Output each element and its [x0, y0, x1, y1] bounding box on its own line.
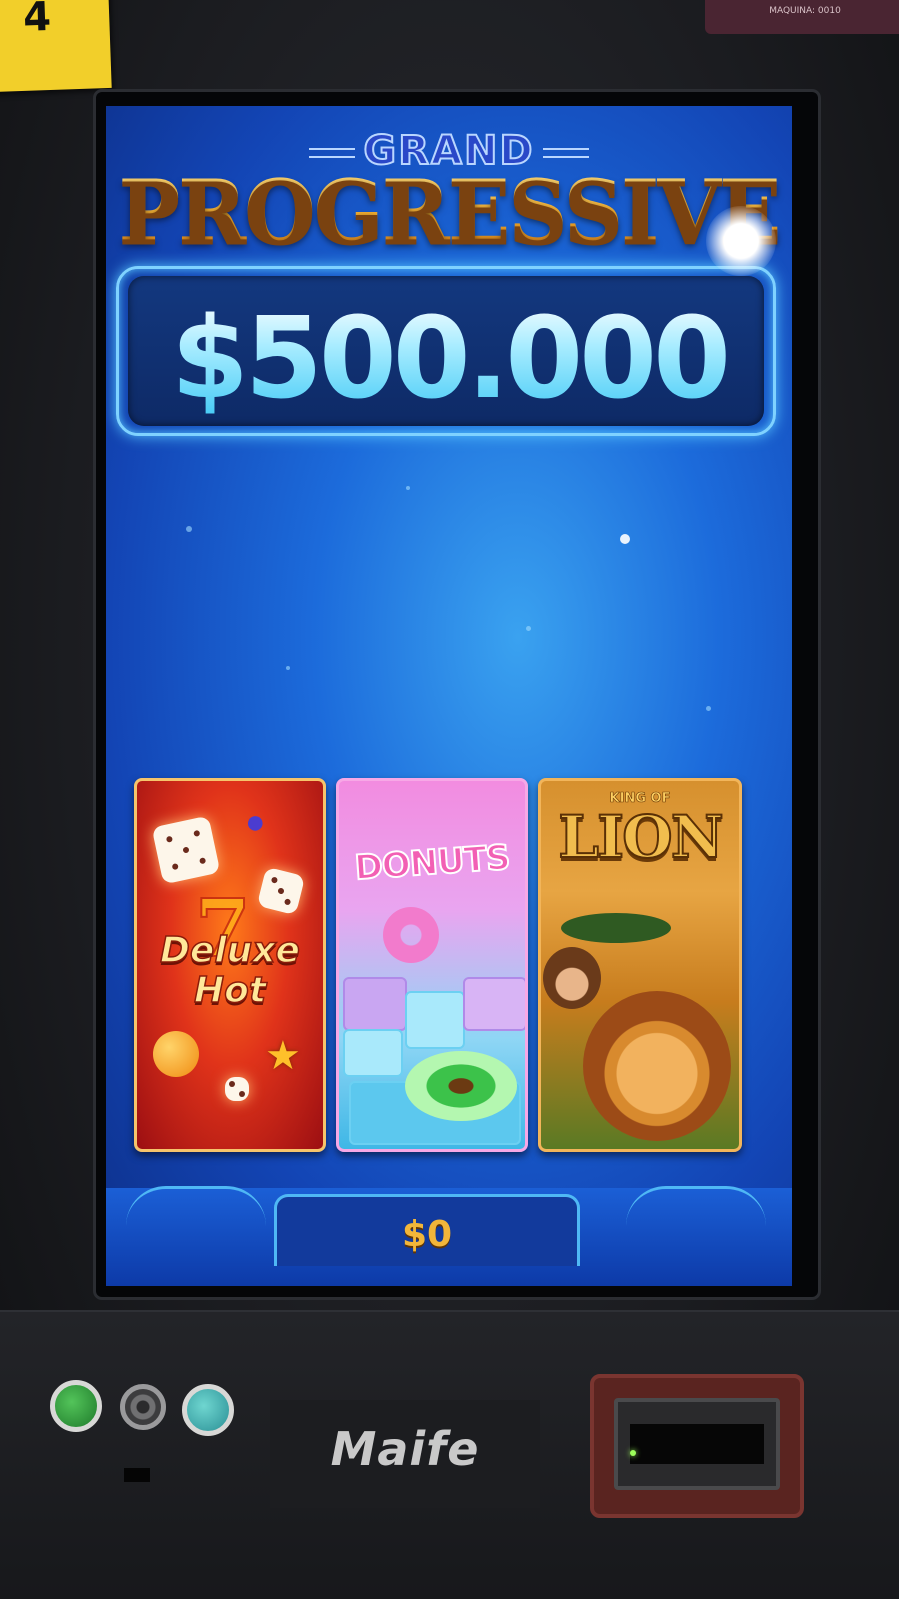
light-glare: [706, 206, 776, 276]
jackpot-amount: $500.000: [106, 294, 792, 424]
sparkle: [286, 666, 290, 670]
donuts-title: DONUTS: [352, 837, 511, 890]
game-tile-king-of-lion[interactable]: KING OF LION: [538, 778, 742, 1152]
ice-block: [405, 991, 465, 1049]
ice-block: [343, 977, 407, 1031]
sparkle: [620, 534, 630, 544]
sparkle: [526, 626, 531, 631]
king-of-lion-title: LION: [557, 802, 724, 872]
indicator-light: [124, 1468, 150, 1482]
game-tile-donuts[interactable]: DONUTS: [336, 778, 528, 1152]
bill-acceptor-led: [630, 1450, 636, 1456]
credit-value: $0: [401, 1214, 453, 1255]
game-screen: GRAND PROGRESSIVE $500.000 ● 7 Deluxe Ho…: [106, 106, 792, 1286]
progressive-title: PROGRESSIVE: [106, 162, 792, 263]
slot-machine-cabinet: 4 MAQUINA: 0010 GRAND PROGRESSIVE $500.0…: [0, 0, 899, 1599]
pink-donut-icon: [383, 907, 439, 963]
game-tile-deluxe-hot[interactable]: ● 7 Deluxe Hot ★: [134, 778, 326, 1152]
bill-slot[interactable]: [630, 1424, 764, 1464]
dice-icon: [225, 1077, 249, 1101]
key-lock-icon[interactable]: [120, 1384, 166, 1430]
sparkle: [706, 706, 711, 711]
machine-id-tag: MAQUINA: 0010: [705, 0, 899, 34]
dice-icon: [256, 866, 306, 916]
green-button[interactable]: [50, 1380, 102, 1432]
bar-decoration: [126, 1186, 266, 1229]
brand-logo: Maife: [330, 1422, 480, 1476]
green-donut-icon: [405, 1051, 517, 1121]
bar-decoration: [626, 1186, 766, 1229]
ice-block: [343, 1029, 403, 1077]
dice-icon: [151, 815, 221, 885]
star-icon: ★: [265, 1034, 301, 1078]
orange-icon: [153, 1031, 199, 1077]
lion-icon: [583, 991, 731, 1141]
monkey-icon: [543, 947, 601, 1009]
tree-icon: [561, 913, 671, 943]
sparkle: [186, 526, 192, 532]
sticky-note-number: 4: [22, 0, 52, 41]
grapes-icon: ●: [245, 803, 266, 841]
sparkle: [406, 486, 410, 490]
ice-block: [463, 977, 525, 1031]
teal-button[interactable]: [182, 1384, 234, 1436]
sticky-note: 4: [0, 0, 112, 93]
deluxe-hot-title: Deluxe Hot: [159, 930, 300, 1012]
